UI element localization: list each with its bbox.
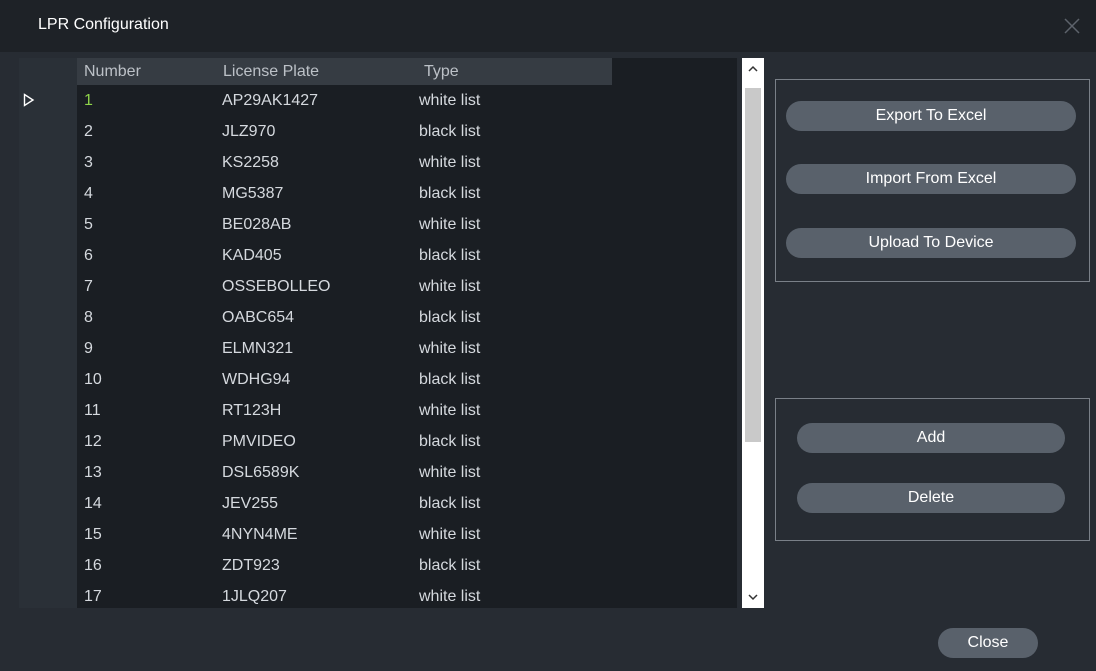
table-row[interactable]: 4 MG5387 black list [19, 178, 737, 209]
license-plate-cell: KAD405 [222, 247, 282, 264]
license-plate-cell: BE028AB [222, 216, 292, 233]
import-from-excel-button[interactable]: Import From Excel [786, 164, 1076, 194]
current-row-indicator-icon [23, 93, 35, 107]
close-icon[interactable] [1060, 14, 1084, 38]
table-row[interactable]: 6 KAD405 black list [19, 240, 737, 271]
row-number-cell: 14 [84, 495, 102, 512]
close-button[interactable]: Close [938, 628, 1038, 658]
edit-panel [775, 398, 1090, 541]
row-number-cell: 9 [84, 340, 93, 357]
license-plate-cell: OSSEBOLLEO [222, 278, 331, 295]
row-number-cell: 4 [84, 185, 93, 202]
table-row[interactable]: 12 PMVIDEO black list [19, 426, 737, 457]
table-row[interactable]: 5 BE028AB white list [19, 209, 737, 240]
license-plate-cell: MG5387 [222, 185, 284, 202]
row-number-cell: 8 [84, 309, 93, 326]
table-row[interactable]: 16 ZDT923 black list [19, 550, 737, 581]
column-header-type[interactable]: Type [424, 63, 459, 81]
list-type-cell: white list [419, 278, 481, 295]
list-type-cell: black list [419, 495, 481, 512]
list-type-cell: black list [419, 185, 481, 202]
table-row[interactable]: 9 ELMN321 white list [19, 333, 737, 364]
list-type-cell: black list [419, 309, 481, 326]
add-button[interactable]: Add [797, 423, 1065, 453]
row-number-cell: 3 [84, 154, 93, 171]
license-plate-cell: AP29AK1427 [222, 92, 319, 109]
row-number-cell: 13 [84, 464, 102, 481]
table-row[interactable]: 7 OSSEBOLLEO white list [19, 271, 737, 302]
list-type-cell: white list [419, 464, 481, 481]
table-row[interactable]: 13 DSL6589K white list [19, 457, 737, 488]
vertical-scrollbar[interactable] [742, 58, 764, 608]
title-bar: LPR Configuration [0, 0, 1096, 52]
row-number-cell: 6 [84, 247, 93, 264]
list-type-cell: white list [419, 92, 481, 109]
license-plate-cell: KS2258 [222, 154, 279, 171]
table-body: 1 AP29AK1427 white list 2 JLZ970 black list 3 K… [19, 85, 737, 608]
scroll-down-icon[interactable] [742, 586, 764, 608]
license-plate-cell: 1JLQ207 [222, 588, 287, 605]
row-number-cell: 16 [84, 557, 102, 574]
license-plate-cell: PMVIDEO [222, 433, 296, 450]
list-type-cell: white list [419, 402, 481, 419]
table-row[interactable]: 17 1JLQ207 white list [19, 581, 737, 608]
row-number-cell: 11 [84, 402, 101, 419]
table-row[interactable]: 2 JLZ970 black list [19, 116, 737, 147]
column-header-license-plate[interactable]: License Plate [223, 63, 319, 81]
list-type-cell: black list [419, 123, 481, 140]
column-header-number[interactable]: Number [84, 63, 141, 81]
list-type-cell: white list [419, 526, 481, 543]
row-number-cell: 12 [84, 433, 102, 450]
license-plate-cell: 4NYN4ME [222, 526, 298, 543]
table-row[interactable]: 10 WDHG94 black list [19, 364, 737, 395]
row-number-cell: 5 [84, 216, 93, 233]
row-number-cell: 2 [84, 123, 93, 140]
list-type-cell: white list [419, 154, 481, 171]
delete-button[interactable]: Delete [797, 483, 1065, 513]
license-plate-cell: RT123H [222, 402, 282, 419]
table-row[interactable]: 3 KS2258 white list [19, 147, 737, 178]
list-type-cell: white list [419, 340, 481, 357]
table-row[interactable]: 14 JEV255 black list [19, 488, 737, 519]
export-to-excel-button[interactable]: Export To Excel [786, 101, 1076, 131]
row-number-cell: 7 [84, 278, 93, 295]
license-plate-cell: DSL6589K [222, 464, 300, 481]
scrollbar-thumb[interactable] [745, 88, 761, 442]
upload-to-device-button[interactable]: Upload To Device [786, 228, 1076, 258]
row-number-cell: 15 [84, 526, 102, 543]
list-type-cell: black list [419, 433, 481, 450]
table-row[interactable]: 11 RT123H white list [19, 395, 737, 426]
license-plate-cell: OABC654 [222, 309, 295, 326]
license-plate-cell: JLZ970 [222, 123, 276, 140]
list-type-cell: white list [419, 588, 481, 605]
row-number-cell: 10 [84, 371, 102, 388]
row-number-cell: 17 [84, 588, 102, 605]
license-plate-cell: ELMN321 [222, 340, 294, 357]
license-plate-cell: JEV255 [222, 495, 279, 512]
list-type-cell: black list [419, 557, 481, 574]
list-type-cell: black list [419, 247, 481, 264]
table-row[interactable]: 8 OABC654 black list [19, 302, 737, 333]
table-row[interactable]: 1 AP29AK1427 white list [19, 85, 737, 116]
table-row[interactable]: 15 4NYN4ME white list [19, 519, 737, 550]
license-plate-cell: WDHG94 [222, 371, 291, 388]
license-plate-table: Number License Plate Type 1 AP29AK1427 whi… [19, 58, 737, 608]
window-title: LPR Configuration [38, 16, 169, 33]
list-type-cell: white list [419, 216, 481, 233]
row-number-cell: 1 [84, 92, 93, 109]
scroll-up-icon[interactable] [742, 58, 764, 80]
list-type-cell: black list [419, 371, 481, 388]
table-header: Number License Plate Type [77, 58, 612, 85]
license-plate-cell: ZDT923 [222, 557, 280, 574]
